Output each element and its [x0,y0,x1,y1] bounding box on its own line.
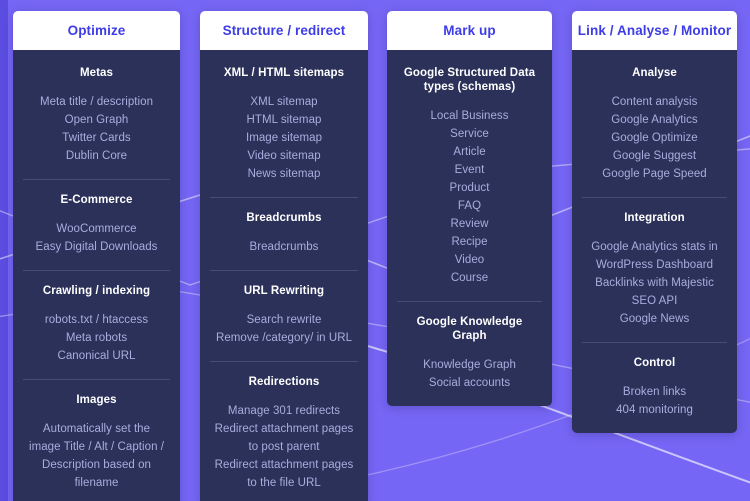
list-item[interactable]: Content analysis [586,93,723,111]
section-items: Content analysis Google Analytics Google… [586,93,723,183]
list-item[interactable]: Meta robots [27,329,166,347]
list-item[interactable]: Recipe [401,233,538,251]
section-title: Google Structured Data types (schemas) [403,67,536,93]
section-items: Knowledge Graph Social accounts [401,356,538,392]
section-metas: Metas Meta title / description Open Grap… [23,50,170,179]
section-title: Integration [624,212,685,224]
list-item[interactable]: HTML sitemap [214,111,354,129]
section-control: Control Broken links 404 monitoring [582,342,727,433]
section-breadcrumbs: Breadcrumbs Breadcrumbs [210,197,358,270]
list-item[interactable]: FAQ [401,197,538,215]
list-item[interactable]: Backlinks with Majestic SEO API [586,274,723,310]
list-item[interactable]: Social accounts [401,374,538,392]
card-body-mark-up: Google Structured Data types (schemas) L… [387,50,552,406]
list-item[interactable]: Search rewrite [214,311,354,329]
list-item[interactable]: Google Analytics stats in WordPress Dash… [586,238,723,274]
list-item[interactable]: Redirect attachment pages to the file UR… [214,456,354,492]
section-url-rewriting: URL Rewriting Search rewrite Remove /cat… [210,270,358,361]
section-title: Control [633,357,676,369]
section-title: Metas [79,67,114,79]
section-crawling-indexing: Crawling / indexing robots.txt / htacces… [23,270,170,379]
list-item[interactable]: Canonical URL [27,347,166,365]
list-item[interactable]: Broken links [586,383,723,401]
list-item[interactable]: Video sitemap [214,147,354,165]
card-body-optimize: Metas Meta title / description Open Grap… [13,50,180,501]
section-images: Images Automatically set the image Title… [23,379,170,501]
list-item[interactable]: Google Suggest [586,147,723,165]
list-item[interactable]: Open Graph [27,111,166,129]
list-item[interactable]: robots.txt / htaccess [27,311,166,329]
card-title: Optimize [67,23,126,38]
section-redirections: Redirections Manage 301 redirects Redire… [210,361,358,501]
section-title: XML / HTML sitemaps [223,67,345,79]
list-item[interactable]: Dublin Core [27,147,166,165]
list-item[interactable]: 404 monitoring [586,401,723,419]
list-item[interactable]: Manage 301 redirects [214,402,354,420]
section-items: Local Business Service Article Event Pro… [401,107,538,287]
list-item[interactable]: XML sitemap [214,93,354,111]
section-items: Search rewrite Remove /category/ in URL [214,311,354,347]
section-title: Images [76,394,117,406]
list-item[interactable]: Event [401,161,538,179]
section-title: Crawling / indexing [42,285,151,297]
card-header-link-analyse-monitor: Link / Analyse / Monitor [572,11,737,50]
card-title: Link / Analyse / Monitor [577,23,732,38]
card-header-optimize: Optimize [13,11,180,50]
list-item[interactable]: Google Optimize [586,129,723,147]
list-item[interactable]: Easy Digital Downloads [27,238,166,256]
list-item[interactable]: Automatically set the image Title / Alt … [27,420,166,492]
section-items: Google Analytics stats in WordPress Dash… [586,238,723,328]
list-item[interactable]: Google News [586,310,723,328]
list-item[interactable]: Review [401,215,538,233]
section-title: Breadcrumbs [246,212,322,224]
section-items: robots.txt / htaccess Meta robots Canoni… [27,311,166,365]
section-items: Manage 301 redirects Redirect attachment… [214,402,354,492]
section-analyse: Analyse Content analysis Google Analytic… [582,50,727,197]
list-item[interactable]: Redirect attachment pages to post parent [214,420,354,456]
list-item[interactable]: Google Analytics [586,111,723,129]
list-item[interactable]: Video [401,251,538,269]
section-items: Broken links 404 monitoring [586,383,723,419]
card-optimize[interactable]: Optimize Metas Meta title / description … [13,11,180,501]
section-items: XML sitemap HTML sitemap Image sitemap V… [214,93,354,183]
card-header-mark-up: Mark up [387,11,552,50]
card-mark-up[interactable]: Mark up Google Structured Data types (sc… [387,11,552,406]
card-title: Structure / redirect [222,23,346,38]
list-item[interactable]: Google Page Speed [586,165,723,183]
section-e-commerce: E-Commerce WooCommerce Easy Digital Down… [23,179,170,270]
card-body-link-analyse-monitor: Analyse Content analysis Google Analytic… [572,50,737,433]
list-item[interactable]: Meta title / description [27,93,166,111]
card-title: Mark up [443,23,496,38]
section-xml-html-sitemaps: XML / HTML sitemaps XML sitemap HTML sit… [210,50,358,197]
section-items: Meta title / description Open Graph Twit… [27,93,166,165]
list-item[interactable]: Remove /category/ in URL [214,329,354,347]
card-body-structure-redirect: XML / HTML sitemaps XML sitemap HTML sit… [200,50,368,501]
section-title: Analyse [632,67,677,79]
section-integration: Integration Google Analytics stats in Wo… [582,197,727,342]
section-title: Redirections [248,376,320,388]
section-google-structured-data-types: Google Structured Data types (schemas) L… [397,50,542,301]
list-item[interactable]: Service [401,125,538,143]
list-item[interactable]: Breadcrumbs [214,238,354,256]
list-item[interactable]: Product [401,179,538,197]
section-title: Google Knowledge Graph [416,316,523,342]
feature-cards-container: Optimize Metas Meta title / description … [0,0,750,501]
section-google-knowledge-graph: Google Knowledge Graph Knowledge Graph S… [397,301,542,406]
section-title: URL Rewriting [243,285,325,297]
list-item[interactable]: Twitter Cards [27,129,166,147]
list-item[interactable]: Article [401,143,538,161]
list-item[interactable]: WooCommerce [27,220,166,238]
section-title: E-Commerce [60,194,133,206]
list-item[interactable]: News sitemap [214,165,354,183]
list-item[interactable]: Local Business [401,107,538,125]
list-item[interactable]: Image sitemap [214,129,354,147]
section-items: Breadcrumbs [214,238,354,256]
section-items: WooCommerce Easy Digital Downloads [27,220,166,256]
list-item[interactable]: Knowledge Graph [401,356,538,374]
list-item[interactable]: Course [401,269,538,287]
card-link-analyse-monitor[interactable]: Link / Analyse / Monitor Analyse Content… [572,11,737,433]
card-header-structure-redirect: Structure / redirect [200,11,368,50]
card-structure-redirect[interactable]: Structure / redirect XML / HTML sitemaps… [200,11,368,501]
section-items: Automatically set the image Title / Alt … [27,420,166,492]
